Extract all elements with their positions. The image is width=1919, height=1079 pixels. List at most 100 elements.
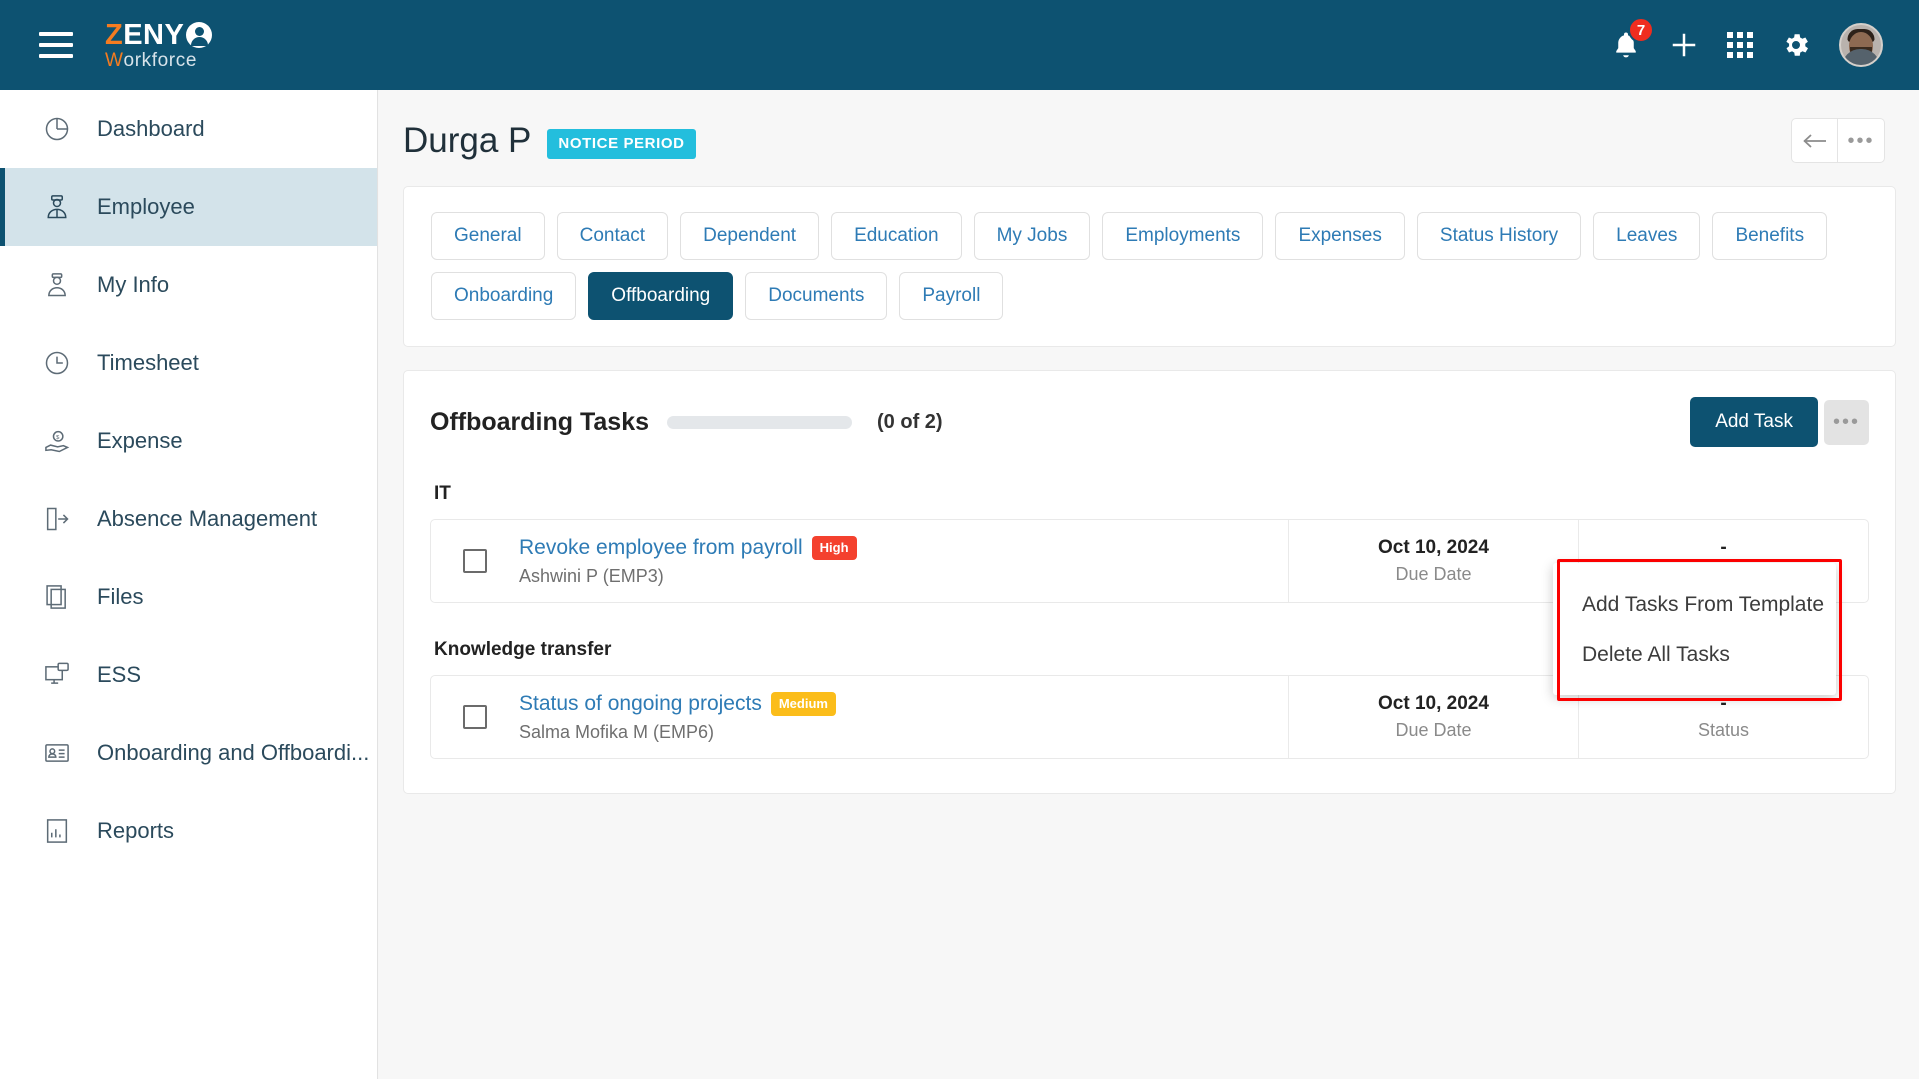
sidebar-item-expense[interactable]: $ Expense xyxy=(0,402,377,480)
task-title-link[interactable]: Revoke employee from payroll xyxy=(519,536,803,560)
person-info-icon xyxy=(42,270,72,300)
tasks-more-button[interactable]: ••• xyxy=(1824,399,1869,445)
tab-label: Expenses xyxy=(1298,225,1382,246)
sidebar-item-employee[interactable]: Employee xyxy=(0,168,377,246)
monitor-chat-icon xyxy=(42,660,72,690)
logo-text-orkforce: orkforce xyxy=(123,49,197,71)
tab-label: Employments xyxy=(1125,225,1241,246)
page-more-button[interactable]: ••• xyxy=(1838,118,1885,163)
sidebar-item-onboarding-and-offboarding[interactable]: Onboarding and Offboardi... xyxy=(0,714,377,792)
avatar[interactable] xyxy=(1839,23,1883,67)
tab-status-history[interactable]: Status History xyxy=(1416,212,1582,260)
page-header: Durga P NOTICE PERIOD ••• xyxy=(379,90,1919,163)
task-status-label: Status xyxy=(1697,720,1750,740)
hamburger-icon[interactable] xyxy=(39,32,73,58)
logo-person-icon xyxy=(186,22,213,48)
tab-employments[interactable]: Employments xyxy=(1102,212,1264,260)
tasks-header-actions: Add Task ••• xyxy=(1690,397,1869,447)
add-task-button[interactable]: Add Task xyxy=(1690,397,1818,447)
tab-documents[interactable]: Documents xyxy=(745,272,888,320)
sidebar-item-label: Absence Management xyxy=(97,506,318,531)
hand-money-icon: $ xyxy=(42,426,72,456)
tab-benefits[interactable]: Benefits xyxy=(1712,212,1828,260)
arrow-left-icon xyxy=(1802,133,1826,148)
add-button[interactable] xyxy=(1669,30,1699,60)
tab-label: Leaves xyxy=(1616,225,1678,246)
logo-text-eny: ENY xyxy=(123,18,185,51)
main-content: Durga P NOTICE PERIOD ••• General Contac… xyxy=(379,90,1919,1079)
tab-payroll[interactable]: Payroll xyxy=(899,272,1004,320)
tab-label: Education xyxy=(854,225,939,246)
clock-icon xyxy=(42,348,72,378)
tab-label: Offboarding xyxy=(611,285,711,306)
task-due-date-value: Oct 10, 2024 xyxy=(1378,693,1489,714)
sidebar-item-label: Files xyxy=(97,584,144,609)
task-checkbox[interactable] xyxy=(463,705,487,729)
tab-dependent[interactable]: Dependent xyxy=(680,212,820,260)
sidebar: Dashboard Employee My Info Timesheet $ E… xyxy=(0,90,378,1079)
notifications-button[interactable]: 7 xyxy=(1611,17,1654,61)
sidebar-item-label: Expense xyxy=(97,428,183,453)
page-header-actions: ••• xyxy=(1791,118,1885,163)
sidebar-item-dashboard[interactable]: Dashboard xyxy=(0,90,377,168)
sidebar-item-timesheet[interactable]: Timesheet xyxy=(0,324,377,402)
back-button[interactable] xyxy=(1791,118,1838,163)
tab-label: Contact xyxy=(579,225,646,246)
sidebar-item-label: Reports xyxy=(97,818,175,843)
tab-education[interactable]: Education xyxy=(831,212,962,260)
sidebar-item-ess[interactable]: ESS xyxy=(0,636,377,714)
tasks-count: (0 of 2) xyxy=(877,410,943,433)
tab-label: Payroll xyxy=(922,285,981,306)
sidebar-item-my-info[interactable]: My Info xyxy=(0,246,377,324)
sidebar-item-label: Timesheet xyxy=(97,350,199,375)
tab-label: General xyxy=(454,225,522,246)
tab-label: My Jobs xyxy=(996,225,1068,246)
sidebar-item-label: My Info xyxy=(97,272,170,297)
tab-label: Documents xyxy=(768,285,865,306)
status-badge: NOTICE PERIOD xyxy=(547,128,696,159)
sidebar-item-reports[interactable]: Reports xyxy=(0,792,377,870)
settings-button[interactable] xyxy=(1781,30,1811,60)
tab-expenses[interactable]: Expenses xyxy=(1275,212,1405,260)
tasks-title: Offboarding Tasks xyxy=(430,407,650,436)
page-title: Durga P xyxy=(403,120,532,160)
task-due-date-cell: Oct 10, 2024 Due Date xyxy=(1288,520,1578,602)
task-priority-badge: Medium xyxy=(770,691,836,716)
top-bar: Z ENY Workforce 7 xyxy=(0,0,1919,90)
exit-door-icon xyxy=(42,504,72,534)
tab-onboarding[interactable]: Onboarding xyxy=(431,272,577,320)
sidebar-item-files[interactable]: Files xyxy=(0,558,377,636)
menu-item-delete-all-tasks[interactable]: Delete All Tasks xyxy=(1560,630,1839,680)
menu-item-add-tasks-from-template[interactable]: Add Tasks From Template xyxy=(1560,580,1839,630)
tab-leaves[interactable]: Leaves xyxy=(1593,212,1701,260)
task-due-date-label: Due Date xyxy=(1395,564,1472,584)
tabs-row-1: General Contact Dependent Education My J… xyxy=(431,212,1873,320)
report-icon xyxy=(42,816,72,846)
task-details: Revoke employee from payroll High Ashwin… xyxy=(519,520,1288,602)
tab-label: Dependent xyxy=(703,225,797,246)
task-assignee: Salma Mofika M (EMP6) xyxy=(519,721,715,742)
apps-button[interactable] xyxy=(1727,32,1753,58)
tab-offboarding[interactable]: Offboarding xyxy=(588,272,734,320)
app-logo: Z ENY Workforce xyxy=(105,18,213,71)
sidebar-item-label: Dashboard xyxy=(97,116,205,141)
tab-contact[interactable]: Contact xyxy=(556,212,669,260)
logo-text-z: Z xyxy=(105,18,124,51)
tasks-header: Offboarding Tasks (0 of 2) Add Task ••• xyxy=(430,397,1869,447)
tasks-more-dropdown-highlight: Add Tasks From Template Delete All Tasks xyxy=(1557,559,1842,701)
tasks-more-dropdown-menu: Add Tasks From Template Delete All Tasks xyxy=(1553,559,1842,701)
employee-icon xyxy=(42,192,72,222)
tab-my-jobs[interactable]: My Jobs xyxy=(973,212,1091,260)
tab-general[interactable]: General xyxy=(431,212,545,260)
logo-text-w: W xyxy=(105,49,124,71)
sidebar-item-absence-management[interactable]: Absence Management xyxy=(0,480,377,558)
plus-icon xyxy=(1672,33,1696,57)
task-checkbox-cell xyxy=(431,520,519,602)
task-checkbox[interactable] xyxy=(463,549,487,573)
tab-label: Status History xyxy=(1439,225,1559,246)
task-title-link[interactable]: Status of ongoing projects xyxy=(519,692,762,716)
task-due-date-label: Due Date xyxy=(1395,720,1472,740)
tab-label: Benefits xyxy=(1735,225,1805,246)
tabs-card: General Contact Dependent Education My J… xyxy=(403,186,1896,347)
grid-apps-icon xyxy=(1727,32,1753,58)
